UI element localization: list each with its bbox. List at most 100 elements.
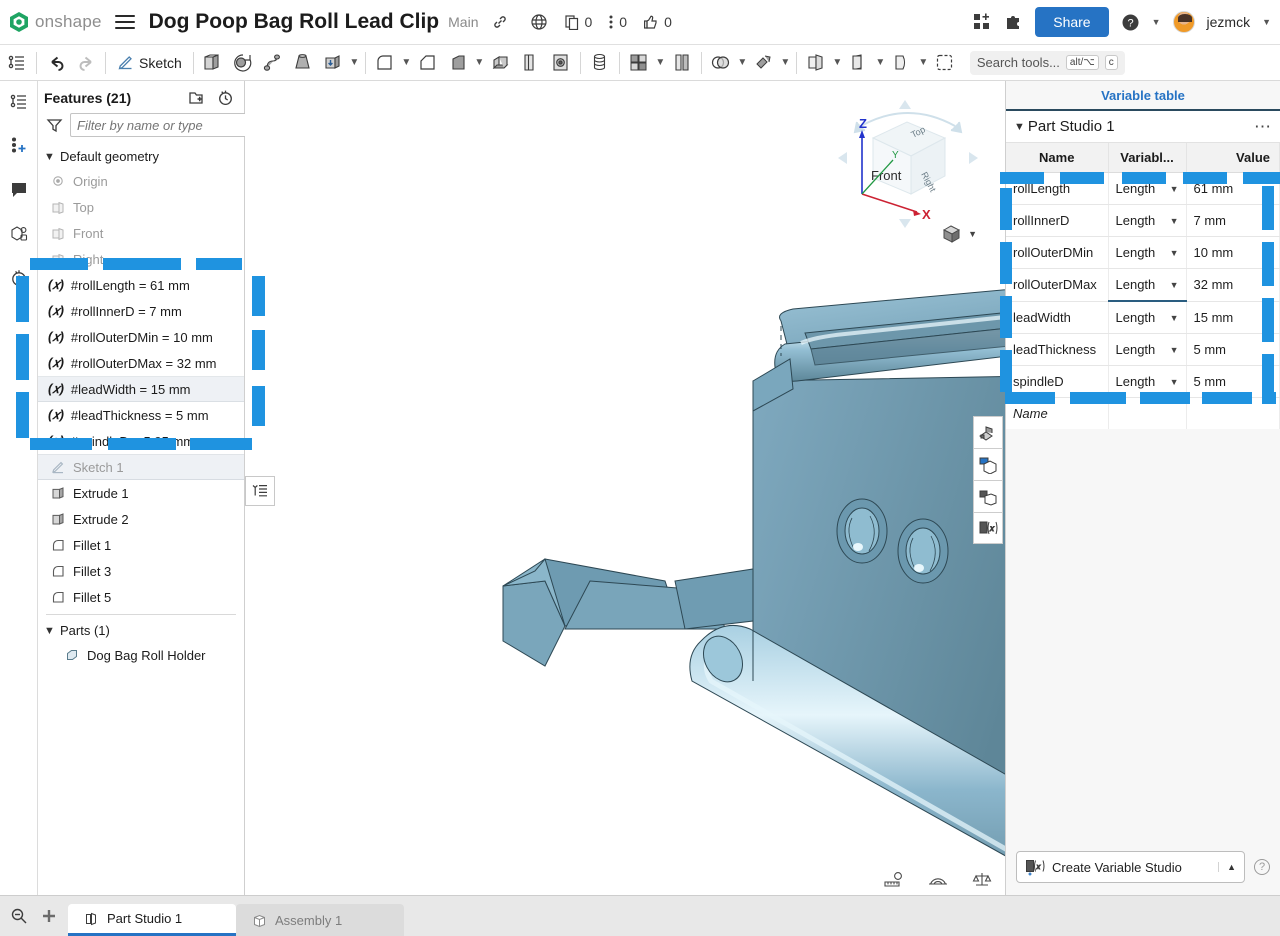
variable-studio-icon[interactable]: x xyxy=(973,512,1003,544)
hole-icon[interactable] xyxy=(546,48,576,78)
shell-icon[interactable] xyxy=(486,48,516,78)
add-folder-icon[interactable] xyxy=(187,89,205,106)
appearance-icon[interactable] xyxy=(4,219,34,249)
plus-icon[interactable] xyxy=(39,906,59,926)
chevron-down-icon[interactable]: ▼ xyxy=(1014,121,1025,133)
curve-dropdown-caret[interactable]: ▼ xyxy=(917,57,930,68)
feature-node-extrude-1[interactable]: Extrude 1 xyxy=(38,480,244,506)
extrude-icon[interactable] xyxy=(198,48,228,78)
feature-node-origin[interactable]: Origin xyxy=(38,168,244,194)
mass-properties-icon[interactable] xyxy=(971,871,993,887)
filter-funnel-icon[interactable] xyxy=(46,117,63,133)
chevron-down-icon[interactable]: ▼ xyxy=(1170,248,1179,258)
main-menu-button[interactable] xyxy=(114,15,135,29)
view-cube[interactable]: Top Right Front Z X Y xyxy=(833,86,983,236)
puzzle-icon[interactable] xyxy=(1004,13,1023,32)
share-button[interactable]: Share xyxy=(1035,7,1109,37)
feature-node-fillet-1[interactable]: Fillet 1 xyxy=(38,532,244,558)
create-variable-studio-button[interactable]: x Create Variable Studio ▲ xyxy=(1016,851,1245,883)
plane-icon[interactable] xyxy=(801,48,831,78)
user-menu-caret[interactable]: ▼ xyxy=(1262,17,1271,27)
part-node-dog-bag-roll-holder[interactable]: Dog Bag Roll Holder xyxy=(38,642,244,668)
transform-dropdown-caret[interactable]: ▼ xyxy=(779,57,792,68)
table-row[interactable]: leadThickness Length ▼ 5 mm xyxy=(1006,333,1280,366)
sketch-button[interactable]: Sketch xyxy=(110,48,189,78)
offset-surface-icon[interactable] xyxy=(844,48,874,78)
variable-name-cell[interactable]: leadWidth xyxy=(1006,301,1109,334)
table-row[interactable]: rollOuterDMin Length ▼ 10 mm xyxy=(1006,236,1280,269)
variable-feature-leadThickness[interactable]: (𝑥) #leadThickness = 5 mm xyxy=(38,402,244,428)
help-icon[interactable]: ? xyxy=(1121,13,1140,32)
variable-name-cell[interactable]: leadThickness xyxy=(1006,333,1109,366)
chevron-down-icon[interactable]: ▼ xyxy=(1170,184,1179,194)
create-variable-studio-dropdown[interactable]: ▲ xyxy=(1218,862,1236,872)
thicken-icon[interactable] xyxy=(318,48,348,78)
chevron-down-icon[interactable]: ▼ xyxy=(1170,280,1179,290)
chevron-down-icon[interactable]: ▼ xyxy=(968,229,977,239)
variable-name-cell[interactable]: rollOuterDMin xyxy=(1006,236,1109,269)
table-row[interactable]: leadWidth Length ▼ 15 mm xyxy=(1006,301,1280,334)
redo-arrow-icon[interactable] xyxy=(71,48,101,78)
draft-dropdown-caret[interactable]: ▼ xyxy=(473,57,486,68)
search-tools-box[interactable]: Search tools... alt/⌥ c xyxy=(969,50,1125,75)
measure-angle-icon[interactable] xyxy=(927,871,949,887)
more-options-icon[interactable]: ⋯ xyxy=(1254,118,1272,135)
likes-counter[interactable]: 0 xyxy=(643,14,672,30)
draft-icon[interactable] xyxy=(443,48,473,78)
insert-part-icon[interactable] xyxy=(4,131,34,161)
variable-feature-rollLength[interactable]: (𝑥) #rollLength = 61 mm xyxy=(38,272,244,298)
copies-counter[interactable]: 0 xyxy=(564,14,592,30)
globe-icon[interactable] xyxy=(530,13,548,31)
offset-dropdown-caret[interactable]: ▼ xyxy=(874,57,887,68)
feature-node-top[interactable]: Top xyxy=(38,194,244,220)
column-header-name[interactable]: Name xyxy=(1006,143,1109,173)
features-filter-input[interactable] xyxy=(70,113,262,137)
chevron-down-icon[interactable]: ▼ xyxy=(44,151,55,163)
variable-feature-rollOuterDMin[interactable]: (𝑥) #rollOuterDMin = 10 mm xyxy=(38,324,244,350)
revolve-icon[interactable] xyxy=(228,48,258,78)
feature-list-toggle-icon[interactable] xyxy=(2,48,32,78)
variable-studio-header[interactable]: ▼ Part Studio 1 ⋯ xyxy=(1006,111,1280,143)
sweep-icon[interactable] xyxy=(258,48,288,78)
variable-type-cell[interactable]: Length ▼ xyxy=(1108,204,1187,237)
variable-name-cell[interactable]: rollOuterDMax xyxy=(1006,268,1109,302)
table-row[interactable]: rollInnerD Length ▼ 7 mm xyxy=(1006,204,1280,237)
undo-arrow-icon[interactable] xyxy=(41,48,71,78)
parts-group[interactable]: ▼ Parts (1) xyxy=(38,619,244,642)
tab-part-studio-1[interactable]: Part Studio 1 xyxy=(68,904,236,936)
comments-icon[interactable] xyxy=(4,175,34,205)
rib-icon[interactable] xyxy=(516,48,546,78)
user-avatar[interactable] xyxy=(1172,11,1195,33)
variable-type-cell[interactable]: Length ▼ xyxy=(1108,268,1187,302)
chevron-down-icon[interactable]: ▼ xyxy=(44,625,55,637)
chevron-down-icon[interactable]: ▼ xyxy=(1170,216,1179,226)
thicken-dropdown-caret[interactable]: ▼ xyxy=(348,57,361,68)
split-dropdown-caret[interactable]: ▼ xyxy=(736,57,749,68)
loft-icon[interactable] xyxy=(288,48,318,78)
display-state-icon[interactable] xyxy=(973,448,1003,480)
help-question-icon[interactable]: ? xyxy=(1254,859,1270,875)
curve-icon[interactable] xyxy=(887,48,917,78)
tab-variable-table[interactable]: Variable table xyxy=(1101,88,1185,103)
mirror-dropdown-caret[interactable]: ▼ xyxy=(654,57,667,68)
variable-name-cell[interactable]: rollInnerD xyxy=(1006,204,1109,237)
variable-type-cell[interactable]: Length ▼ xyxy=(1108,301,1187,334)
chevron-down-icon[interactable]: ▼ xyxy=(1170,377,1179,387)
render-icon[interactable] xyxy=(973,480,1003,512)
link-icon[interactable] xyxy=(492,14,508,30)
comments-counter[interactable]: 0 xyxy=(608,14,627,30)
feature-node-fillet-3[interactable]: Fillet 3 xyxy=(38,558,244,584)
split-icon[interactable] xyxy=(706,48,736,78)
variable-feature-leadWidth[interactable]: (𝑥) #leadWidth = 15 mm xyxy=(38,376,244,402)
mirror-icon[interactable] xyxy=(624,48,654,78)
view-orientation-dropdown[interactable]: ▼ xyxy=(940,223,977,245)
boolean-icon[interactable] xyxy=(667,48,697,78)
table-row[interactable]: rollOuterDMax Length ▼ 32 mm xyxy=(1006,268,1280,302)
measure-ruler-icon[interactable] xyxy=(883,871,905,887)
onshape-logo[interactable]: onshape xyxy=(0,11,102,33)
chevron-down-icon[interactable]: ▼ xyxy=(1170,313,1179,323)
column-header-type[interactable]: Variabl... xyxy=(1108,143,1187,173)
feature-node-sketch-1[interactable]: Sketch 1 xyxy=(38,454,244,480)
feature-rollup-button[interactable] xyxy=(245,476,275,506)
variable-feature-rollInnerD[interactable]: (𝑥) #rollInnerD = 7 mm xyxy=(38,298,244,324)
